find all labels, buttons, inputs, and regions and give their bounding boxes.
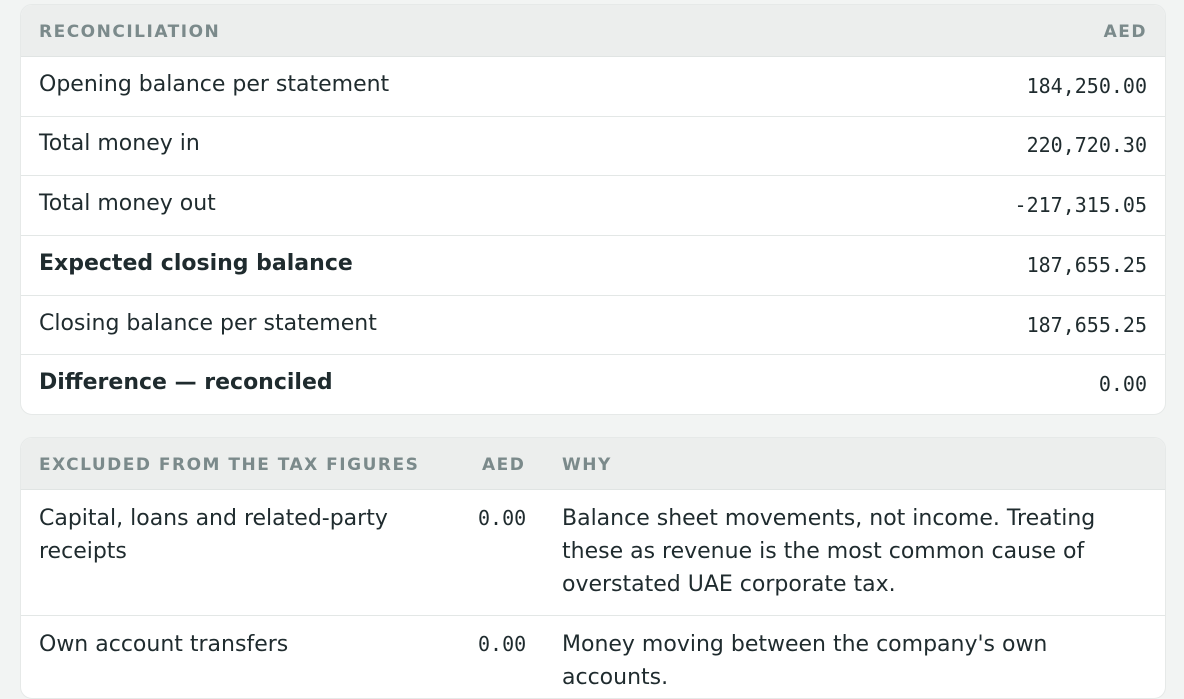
- row-label: Closing balance per statement: [39, 311, 377, 336]
- reconciliation-table: RECONCILIATION AED Opening balance per s…: [20, 4, 1166, 415]
- why-column-header: WHY: [562, 455, 612, 475]
- row-amount: -217,315.05: [1014, 193, 1147, 217]
- table-row-difference: Difference — reconciled 0.00: [21, 355, 1165, 414]
- row-label: Capital, loans and related-party receipt…: [39, 506, 388, 564]
- table-row: Closing balance per statement 187,655.25: [21, 296, 1165, 355]
- row-amount: 187,655.25: [1026, 313, 1147, 337]
- row-amount: 220,720.30: [1026, 133, 1147, 157]
- row-label: Total money out: [39, 191, 216, 216]
- currency-column-header: AED: [1103, 22, 1147, 42]
- table-row: Own account transfers 0.00 Money moving …: [21, 616, 1165, 698]
- excluded-table: EXCLUDED FROM THE TAX FIGURES AED WHY Ca…: [20, 437, 1166, 699]
- table-row: Capital, loans and related-party receipt…: [21, 490, 1165, 616]
- table-row-expected-closing: Expected closing balance 187,655.25: [21, 236, 1165, 296]
- row-amount: 0.00: [1098, 372, 1147, 396]
- row-label: Total money in: [39, 131, 200, 156]
- row-label: Expected closing balance: [39, 251, 353, 276]
- row-why: Balance sheet movements, not income. Tre…: [562, 506, 1096, 597]
- row-why: Money moving between the company's own a…: [562, 632, 1048, 690]
- excluded-header: EXCLUDED FROM THE TAX FIGURES AED WHY: [21, 438, 1165, 490]
- row-label: Opening balance per statement: [39, 72, 390, 97]
- row-amount: 0.00: [478, 506, 527, 530]
- reconciliation-title: RECONCILIATION: [39, 22, 221, 42]
- table-row: Total money out -217,315.05: [21, 176, 1165, 236]
- row-amount: 0.00: [478, 632, 527, 656]
- row-amount: 184,250.00: [1026, 74, 1147, 98]
- row-label: Own account transfers: [39, 632, 289, 657]
- currency-column-header: AED: [482, 455, 526, 475]
- row-label: Difference — reconciled: [39, 370, 333, 395]
- excluded-title: EXCLUDED FROM THE TAX FIGURES: [39, 455, 420, 475]
- row-amount: 187,655.25: [1026, 253, 1147, 277]
- table-row: Total money in 220,720.30: [21, 117, 1165, 176]
- table-row: Opening balance per statement 184,250.00: [21, 57, 1165, 117]
- reconciliation-header: RECONCILIATION AED: [21, 5, 1165, 57]
